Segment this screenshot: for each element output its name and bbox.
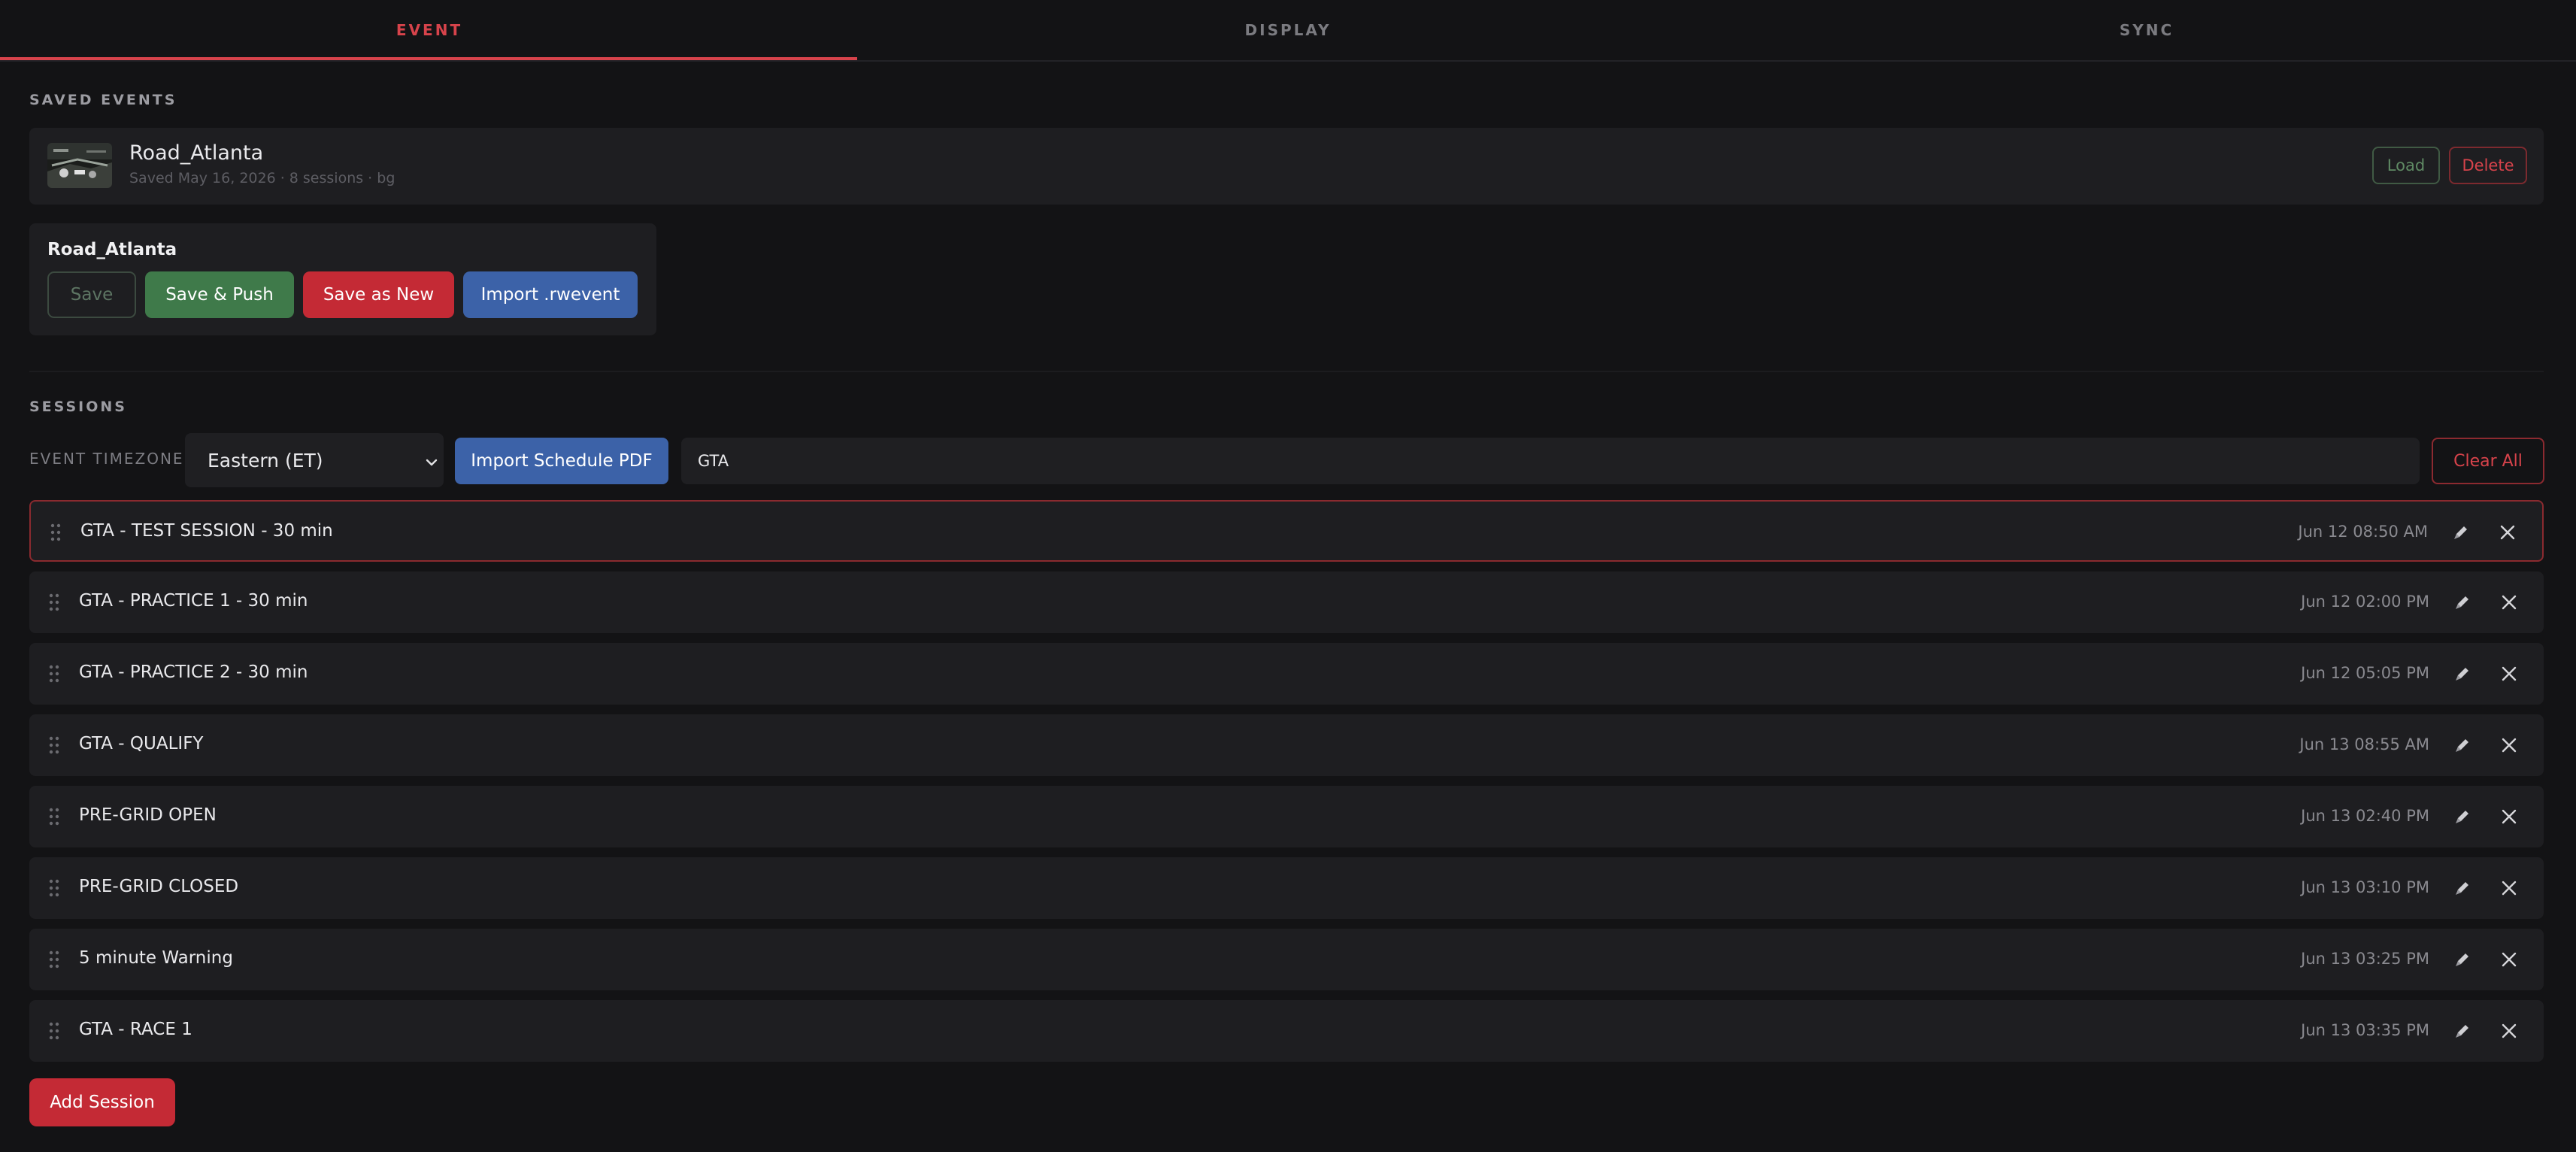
session-name: GTA - TEST SESSION - 30 min	[80, 521, 333, 541]
drag-handle-icon[interactable]	[49, 950, 59, 969]
session-row[interactable]: GTA - QUALIFY Jun 13 08:55 AM	[29, 714, 2544, 776]
save-as-new-button[interactable]: Save as New	[303, 271, 454, 318]
pencil-icon[interactable]	[2450, 522, 2471, 543]
session-name: GTA - QUALIFY	[79, 734, 204, 753]
close-icon[interactable]	[2499, 806, 2520, 827]
close-icon[interactable]	[2499, 878, 2520, 899]
event-thumbnail	[47, 143, 112, 188]
close-icon[interactable]	[2499, 1020, 2520, 1041]
pencil-icon[interactable]	[2452, 663, 2473, 684]
timezone-select[interactable]: Eastern (ET)	[185, 433, 444, 487]
drag-handle-icon[interactable]	[49, 593, 59, 612]
session-filter-input[interactable]	[681, 438, 2420, 484]
drag-handle-icon[interactable]	[49, 664, 59, 684]
drag-handle-icon[interactable]	[50, 523, 61, 542]
add-session-button[interactable]: Add Session	[29, 1078, 175, 1126]
session-row[interactable]: GTA - PRACTICE 1 - 30 min Jun 12 02:00 P…	[29, 571, 2544, 633]
pencil-icon[interactable]	[2452, 806, 2473, 827]
saved-event-card[interactable]: Road_Atlanta Saved May 16, 2026 · 8 sess…	[29, 128, 2544, 205]
current-event-panel: Road_Atlanta Save Save & Push Save as Ne…	[29, 223, 656, 335]
import-schedule-pdf-button[interactable]: Import Schedule PDF	[455, 438, 668, 484]
session-time: Jun 12 02:00 PM	[2301, 593, 2429, 611]
session-row[interactable]: PRE-GRID CLOSED Jun 13 03:10 PM	[29, 857, 2544, 919]
drag-handle-icon[interactable]	[49, 735, 59, 755]
import-rwevent-button[interactable]: Import .rwevent	[463, 271, 638, 318]
timezone-value: Eastern (ET)	[208, 449, 323, 471]
session-time: Jun 13 08:55 AM	[2299, 735, 2429, 753]
close-icon[interactable]	[2499, 663, 2520, 684]
session-time: Jun 13 03:35 PM	[2301, 1021, 2429, 1039]
active-tab-indicator	[0, 57, 857, 60]
session-row[interactable]: PRE-GRID OPEN Jun 13 02:40 PM	[29, 786, 2544, 847]
save-button[interactable]: Save	[47, 271, 136, 318]
pencil-icon[interactable]	[2452, 949, 2473, 970]
session-time: Jun 13 03:25 PM	[2301, 950, 2429, 968]
section-divider	[29, 371, 2544, 372]
pencil-icon[interactable]	[2452, 735, 2473, 756]
timezone-label: EVENT TIMEZONE	[29, 450, 184, 468]
pencil-icon[interactable]	[2452, 1020, 2473, 1041]
session-time: Jun 13 02:40 PM	[2301, 807, 2429, 825]
session-row[interactable]: 5 minute Warning Jun 13 03:25 PM	[29, 929, 2544, 990]
delete-button[interactable]: Delete	[2449, 147, 2527, 184]
tab-sync[interactable]: SYNC	[1717, 0, 2576, 60]
session-name: 5 minute Warning	[79, 948, 233, 968]
session-name: PRE-GRID OPEN	[79, 805, 217, 825]
saved-event-meta: Saved May 16, 2026 · 8 sessions · bg	[129, 170, 395, 186]
session-time: Jun 12 08:50 AM	[2298, 523, 2428, 541]
tab-display[interactable]: DISPLAY	[859, 0, 1717, 60]
drag-handle-icon[interactable]	[49, 807, 59, 826]
tab-event[interactable]: EVENT	[0, 0, 859, 60]
saved-event-name: Road_Atlanta	[129, 141, 264, 165]
session-name: GTA - PRACTICE 1 - 30 min	[79, 591, 308, 611]
session-name: GTA - RACE 1	[79, 1020, 192, 1039]
session-time: Jun 12 05:05 PM	[2301, 664, 2429, 682]
chevron-down-icon	[424, 453, 439, 468]
session-name: PRE-GRID CLOSED	[79, 877, 239, 896]
sessions-title: SESSIONS	[29, 399, 127, 415]
current-event-name: Road_Atlanta	[47, 240, 177, 259]
save-and-push-button[interactable]: Save & Push	[145, 271, 294, 318]
close-icon[interactable]	[2499, 592, 2520, 613]
session-name: GTA - PRACTICE 2 - 30 min	[79, 662, 308, 682]
clear-all-button[interactable]: Clear All	[2432, 438, 2544, 484]
close-icon[interactable]	[2497, 522, 2518, 543]
session-row[interactable]: GTA - RACE 1 Jun 13 03:35 PM	[29, 1000, 2544, 1062]
saved-events-title: SAVED EVENTS	[29, 92, 177, 108]
pencil-icon[interactable]	[2452, 592, 2473, 613]
close-icon[interactable]	[2499, 735, 2520, 756]
pencil-icon[interactable]	[2452, 878, 2473, 899]
session-row[interactable]: GTA - TEST SESSION - 30 min Jun 12 08:50…	[29, 500, 2544, 562]
session-time: Jun 13 03:10 PM	[2301, 878, 2429, 896]
tab-bar: EVENT DISPLAY SYNC	[0, 0, 2576, 62]
close-icon[interactable]	[2499, 949, 2520, 970]
load-button[interactable]: Load	[2372, 147, 2440, 184]
drag-handle-icon[interactable]	[49, 1021, 59, 1041]
drag-handle-icon[interactable]	[49, 878, 59, 898]
session-row[interactable]: GTA - PRACTICE 2 - 30 min Jun 12 05:05 P…	[29, 643, 2544, 705]
